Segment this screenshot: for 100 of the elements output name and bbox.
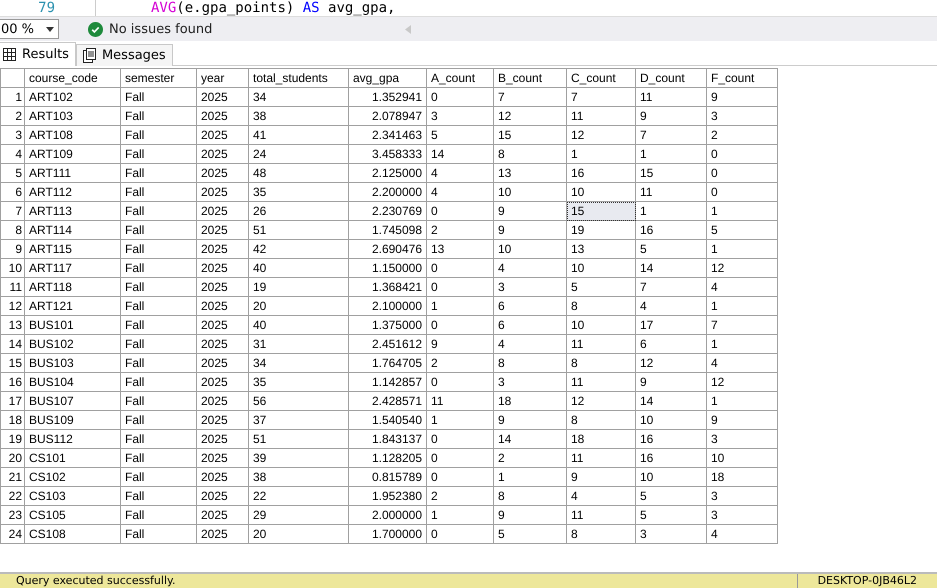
table-cell: 2 [426,486,494,506]
table-cell: 7 [494,88,566,106]
row-number[interactable]: 11 [0,278,24,296]
row-number[interactable]: 15 [0,354,24,372]
zoom-dropdown[interactable]: 00 % [0,19,59,39]
table-cell: 2025 [196,258,248,278]
row-number[interactable]: 3 [0,126,24,144]
column-header[interactable]: total_students [248,68,348,88]
row-number[interactable]: 13 [0,316,24,334]
row-number[interactable]: 17 [0,392,24,410]
table-cell: 2025 [196,468,248,486]
column-header[interactable]: semester [120,68,196,88]
row-number[interactable]: 2 [0,106,24,126]
table-cell: 51 [248,430,348,448]
column-header[interactable]: D_count [636,68,706,88]
table-cell: Fall [120,278,196,296]
table-cell: 12 [636,354,706,372]
table-cell: 8 [494,354,566,372]
table-cell: 14 [636,258,706,278]
row-number[interactable]: 4 [0,144,24,164]
table-cell: 35 [248,182,348,202]
table-cell: ART113 [24,202,120,220]
table-cell: 1 [426,296,494,316]
table-cell: 4 [706,278,778,296]
table-cell: Fall [120,258,196,278]
table-cell: 1 [706,202,778,220]
table-cell: 11 [636,182,706,202]
table-cell: CS102 [24,468,120,486]
table-cell: 2.428571 [348,392,426,410]
row-number[interactable]: 6 [0,182,24,202]
row-number[interactable]: 24 [0,524,24,544]
table-cell: 2.125000 [348,164,426,182]
row-number[interactable]: 14 [0,334,24,354]
column-header[interactable]: B_count [494,68,566,88]
row-number[interactable]: 22 [0,486,24,506]
table-cell: 0 [426,524,494,544]
row-number[interactable]: 7 [0,202,24,220]
table-cell: 0 [426,372,494,392]
table-cell: ART108 [24,126,120,144]
table-cell: 20 [248,296,348,316]
results-tab[interactable]: Results [0,42,76,66]
row-number[interactable]: 23 [0,506,24,524]
table-cell: 34 [248,354,348,372]
table-cell: 19 [566,220,636,240]
column-header[interactable]: A_count [426,68,494,88]
row-number[interactable]: 19 [0,430,24,448]
row-number[interactable]: 1 [0,88,24,106]
table-cell: 1 [706,296,778,316]
table-cell: Fall [120,486,196,506]
table-cell: 1 [706,240,778,258]
table-cell: 10 [566,258,636,278]
table-cell: 2.451612 [348,334,426,354]
table-cell: CS103 [24,486,120,506]
column-header[interactable]: course_code [24,68,120,88]
table-cell: 2 [426,354,494,372]
table-cell: 1.128205 [348,448,426,468]
table-cell: 37 [248,410,348,430]
row-number[interactable]: 16 [0,372,24,392]
scroll-left-icon[interactable] [405,24,412,34]
table-cell: 35 [248,372,348,392]
table-cell: CS108 [24,524,120,544]
table-cell: 0.815789 [348,468,426,486]
row-number[interactable]: 10 [0,258,24,278]
row-number[interactable]: 20 [0,448,24,468]
column-header[interactable]: avg_gpa [348,68,426,88]
column-header[interactable]: year [196,68,248,88]
row-number[interactable]: 21 [0,468,24,486]
table-cell: 1.368421 [348,278,426,296]
row-number[interactable]: 12 [0,296,24,316]
table-cell: 0 [706,182,778,202]
row-number[interactable]: 18 [0,410,24,430]
table-cell: 5 [706,220,778,240]
query-status: Query executed successfully. [16,574,176,588]
table-cell: 2025 [196,126,248,144]
table-cell: 2025 [196,144,248,164]
results-tab[interactable]: Messages [76,44,173,66]
table-cell: 7 [636,278,706,296]
column-header[interactable]: C_count [566,68,636,88]
table-cell: 3 [426,106,494,126]
table-cell: 29 [248,506,348,524]
table-cell: ART114 [24,220,120,240]
table-cell: 9 [426,334,494,354]
line-number: 79 [0,0,96,16]
table-cell: 11 [566,448,636,468]
check-circle-icon [88,22,103,36]
table-cell: 7 [636,126,706,144]
row-number[interactable]: 8 [0,220,24,240]
table-cell: Fall [120,240,196,258]
table-cell: 9 [706,410,778,430]
row-number[interactable]: 5 [0,164,24,182]
row-number[interactable]: 9 [0,240,24,258]
table-cell: 16 [636,448,706,468]
table-cell: 5 [636,486,706,506]
column-header[interactable]: F_count [706,68,778,88]
table-cell: ART118 [24,278,120,296]
table-cell: 14 [426,144,494,164]
table-cell: 2025 [196,430,248,448]
table-cell: 6 [494,296,566,316]
table-cell: 2.200000 [348,182,426,202]
table-cell: 2.000000 [348,506,426,524]
